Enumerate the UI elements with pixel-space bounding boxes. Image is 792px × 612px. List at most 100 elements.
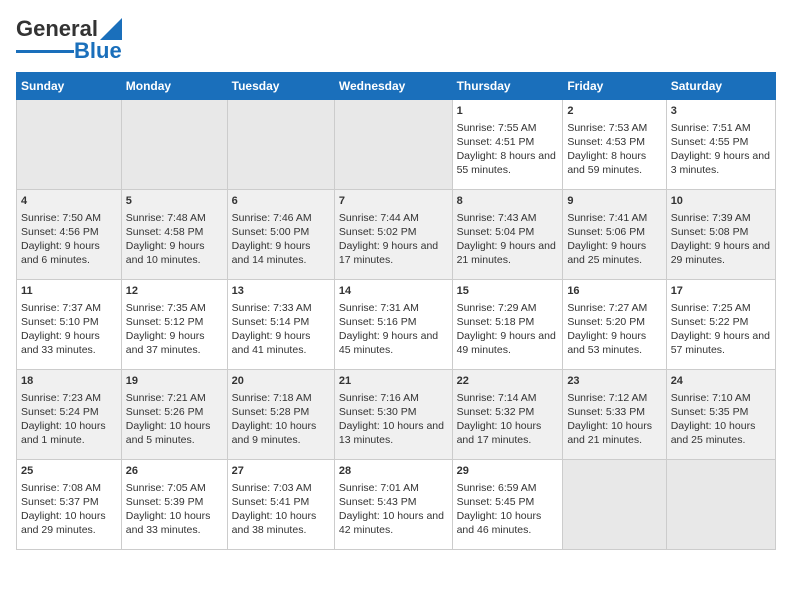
calendar-cell: 24 Sunrise: 7:10 AMSunset: 5:35 PMDayligh… — [666, 370, 775, 460]
calendar-cell: 25Sunrise: 7:08 AMSunset: 5:37 PMDayligh… — [17, 460, 122, 550]
col-header-friday: Friday — [563, 73, 666, 100]
calendar-cell: 18Sunrise: 7:23 AMSunset: 5:24 PMDayligh… — [17, 370, 122, 460]
calendar-week-5: 25Sunrise: 7:08 AMSunset: 5:37 PMDayligh… — [17, 460, 776, 550]
calendar-cell: 6 Sunrise: 7:46 AMSunset: 5:00 PMDaylight… — [227, 190, 334, 280]
day-number: 10 — [671, 194, 771, 209]
day-number: 5 — [126, 194, 223, 209]
day-number: 29 — [457, 464, 559, 479]
day-info: Sunrise: 7:31 AMSunset: 5:16 PMDaylight:… — [339, 302, 438, 357]
day-info: Sunrise: 7:18 AMSunset: 5:28 PMDaylight:… — [232, 392, 317, 447]
day-number: 1 — [457, 104, 559, 119]
calendar-week-2: 4 Sunrise: 7:50 AMSunset: 4:56 PMDaylight… — [17, 190, 776, 280]
col-header-thursday: Thursday — [452, 73, 563, 100]
day-number: 27 — [232, 464, 330, 479]
col-header-wednesday: Wednesday — [334, 73, 452, 100]
day-number: 13 — [232, 284, 330, 299]
col-header-sunday: Sunday — [17, 73, 122, 100]
day-number: 2 — [567, 104, 661, 119]
day-number: 7 — [339, 194, 448, 209]
day-number: 6 — [232, 194, 330, 209]
day-number: 15 — [457, 284, 559, 299]
day-number: 17 — [671, 284, 771, 299]
day-info: Sunrise: 7:41 AMSunset: 5:06 PMDaylight:… — [567, 212, 647, 267]
day-number: 19 — [126, 374, 223, 389]
day-info: Sunrise: 7:46 AMSunset: 5:00 PMDaylight:… — [232, 212, 312, 267]
calendar-week-4: 18Sunrise: 7:23 AMSunset: 5:24 PMDayligh… — [17, 370, 776, 460]
calendar-cell: 10Sunrise: 7:39 AMSunset: 5:08 PMDayligh… — [666, 190, 775, 280]
day-number: 11 — [21, 284, 117, 299]
day-info: Sunrise: 7:25 AMSunset: 5:22 PMDaylight:… — [671, 302, 770, 357]
calendar-cell: 26 Sunrise: 7:05 AMSunset: 5:39 PMDayligh… — [121, 460, 227, 550]
calendar-week-3: 11 Sunrise: 7:37 AMSunset: 5:10 PMDayligh… — [17, 280, 776, 370]
day-number: 28 — [339, 464, 448, 479]
day-info: Sunrise: 7:48 AMSunset: 4:58 PMDaylight:… — [126, 212, 206, 267]
calendar-cell: 20 Sunrise: 7:18 AMSunset: 5:28 PMDayligh… — [227, 370, 334, 460]
calendar-cell — [334, 100, 452, 190]
calendar-cell: 16Sunrise: 7:27 AMSunset: 5:20 PMDayligh… — [563, 280, 666, 370]
calendar-cell: 7 Sunrise: 7:44 AMSunset: 5:02 PMDaylight… — [334, 190, 452, 280]
day-number: 12 — [126, 284, 223, 299]
day-number: 23 — [567, 374, 661, 389]
day-number: 4 — [21, 194, 117, 209]
logo-text-blue: Blue — [74, 38, 122, 64]
calendar-cell — [227, 100, 334, 190]
col-header-saturday: Saturday — [666, 73, 775, 100]
calendar-cell — [563, 460, 666, 550]
calendar-cell: 22Sunrise: 7:14 AMSunset: 5:32 PMDayligh… — [452, 370, 563, 460]
calendar-cell: 29 Sunrise: 6:59 AMSunset: 5:45 PMDayligh… — [452, 460, 563, 550]
calendar-cell: 12 Sunrise: 7:35 AMSunset: 5:12 PMDayligh… — [121, 280, 227, 370]
col-header-monday: Monday — [121, 73, 227, 100]
day-number: 16 — [567, 284, 661, 299]
calendar-cell — [17, 100, 122, 190]
calendar-cell — [121, 100, 227, 190]
day-info: Sunrise: 7:35 AMSunset: 5:12 PMDaylight:… — [126, 302, 206, 357]
calendar-cell: 8Sunrise: 7:43 AMSunset: 5:04 PMDaylight… — [452, 190, 563, 280]
logo: General Blue — [16, 16, 122, 64]
day-info: Sunrise: 7:37 AMSunset: 5:10 PMDaylight:… — [21, 302, 101, 357]
logo-icon — [100, 18, 122, 40]
calendar-cell: 1 Sunrise: 7:55 AMSunset: 4:51 PMDaylight… — [452, 100, 563, 190]
day-info: Sunrise: 6:59 AMSunset: 5:45 PMDaylight:… — [457, 482, 542, 537]
calendar-cell: 5 Sunrise: 7:48 AMSunset: 4:58 PMDaylight… — [121, 190, 227, 280]
day-info: Sunrise: 7:05 AMSunset: 5:39 PMDaylight:… — [126, 482, 211, 537]
calendar-cell: 28 Sunrise: 7:01 AMSunset: 5:43 PMDayligh… — [334, 460, 452, 550]
day-number: 26 — [126, 464, 223, 479]
day-info: Sunrise: 7:43 AMSunset: 5:04 PMDaylight:… — [457, 212, 556, 267]
calendar-week-1: 1 Sunrise: 7:55 AMSunset: 4:51 PMDaylight… — [17, 100, 776, 190]
day-info: Sunrise: 7:55 AMSunset: 4:51 PMDaylight:… — [457, 122, 556, 177]
day-number: 20 — [232, 374, 330, 389]
day-info: Sunrise: 7:51 AMSunset: 4:55 PMDaylight:… — [671, 122, 770, 177]
day-info: Sunrise: 7:29 AMSunset: 5:18 PMDaylight:… — [457, 302, 556, 357]
calendar-cell: 19Sunrise: 7:21 AMSunset: 5:26 PMDayligh… — [121, 370, 227, 460]
calendar-cell: 4 Sunrise: 7:50 AMSunset: 4:56 PMDaylight… — [17, 190, 122, 280]
day-info: Sunrise: 7:12 AMSunset: 5:33 PMDaylight:… — [567, 392, 652, 447]
calendar-cell: 15 Sunrise: 7:29 AMSunset: 5:18 PMDayligh… — [452, 280, 563, 370]
col-header-tuesday: Tuesday — [227, 73, 334, 100]
day-info: Sunrise: 7:50 AMSunset: 4:56 PMDaylight:… — [21, 212, 101, 267]
calendar-cell: 9 Sunrise: 7:41 AMSunset: 5:06 PMDaylight… — [563, 190, 666, 280]
calendar-cell: 17 Sunrise: 7:25 AMSunset: 5:22 PMDayligh… — [666, 280, 775, 370]
calendar-cell: 11 Sunrise: 7:37 AMSunset: 5:10 PMDayligh… — [17, 280, 122, 370]
day-number: 9 — [567, 194, 661, 209]
day-number: 22 — [457, 374, 559, 389]
day-info: Sunrise: 7:10 AMSunset: 5:35 PMDaylight:… — [671, 392, 756, 447]
day-number: 21 — [339, 374, 448, 389]
day-number: 24 — [671, 374, 771, 389]
day-info: Sunrise: 7:53 AMSunset: 4:53 PMDaylight:… — [567, 122, 647, 177]
day-info: Sunrise: 7:03 AMSunset: 5:41 PMDaylight:… — [232, 482, 317, 537]
day-info: Sunrise: 7:44 AMSunset: 5:02 PMDaylight:… — [339, 212, 438, 267]
calendar-cell — [666, 460, 775, 550]
calendar-header-row: SundayMondayTuesdayWednesdayThursdayFrid… — [17, 73, 776, 100]
day-number: 25 — [21, 464, 117, 479]
header: General Blue — [16, 16, 776, 64]
day-info: Sunrise: 7:23 AMSunset: 5:24 PMDaylight:… — [21, 392, 106, 447]
calendar-cell: 21Sunrise: 7:16 AMSunset: 5:30 PMDayligh… — [334, 370, 452, 460]
day-number: 3 — [671, 104, 771, 119]
calendar-table: SundayMondayTuesdayWednesdayThursdayFrid… — [16, 72, 776, 550]
day-info: Sunrise: 7:33 AMSunset: 5:14 PMDaylight:… — [232, 302, 312, 357]
calendar-cell: 2 Sunrise: 7:53 AMSunset: 4:53 PMDaylight… — [563, 100, 666, 190]
calendar-cell: 14 Sunrise: 7:31 AMSunset: 5:16 PMDayligh… — [334, 280, 452, 370]
day-info: Sunrise: 7:01 AMSunset: 5:43 PMDaylight:… — [339, 482, 444, 537]
day-number: 14 — [339, 284, 448, 299]
calendar-cell: 23 Sunrise: 7:12 AMSunset: 5:33 PMDayligh… — [563, 370, 666, 460]
